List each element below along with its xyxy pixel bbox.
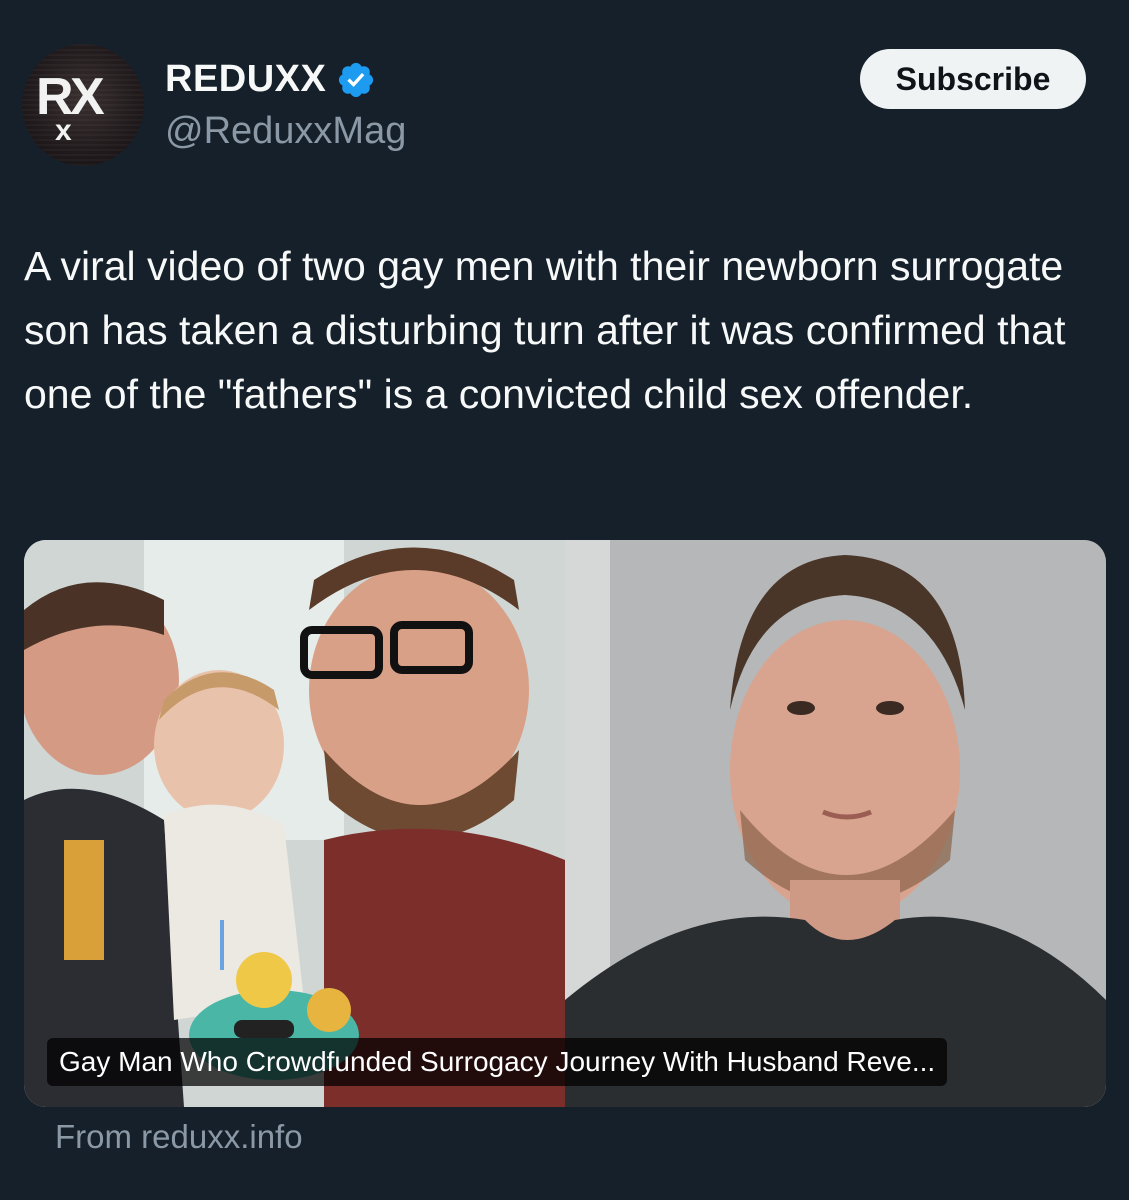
author-avatar[interactable]: R X x xyxy=(22,44,144,166)
reduxx-logo: R X x xyxy=(36,68,105,147)
link-card[interactable]: Gay Man Who Crowdfunded Surrogacy Journe… xyxy=(24,540,1106,1107)
subscribe-button[interactable]: Subscribe xyxy=(860,49,1086,109)
card-caption: Gay Man Who Crowdfunded Surrogacy Journe… xyxy=(47,1038,948,1086)
verified-badge-icon xyxy=(339,62,374,97)
author-display-name[interactable]: REDUXX xyxy=(165,58,326,101)
author-handle[interactable]: @ReduxxMag xyxy=(165,110,406,153)
svg-text:X: X xyxy=(70,68,105,126)
card-photo-mugshot xyxy=(565,540,1106,1107)
author-name-row: REDUXX xyxy=(165,58,376,101)
tweet-text: A viral video of two gay men with their … xyxy=(24,243,1066,417)
card-photo-family xyxy=(24,540,565,1107)
card-source[interactable]: From reduxx.info xyxy=(55,1118,303,1156)
svg-text:x: x xyxy=(55,114,72,147)
tweet: R X x REDUXX @ReduxxMag Subscribe A vira… xyxy=(0,0,1129,1200)
